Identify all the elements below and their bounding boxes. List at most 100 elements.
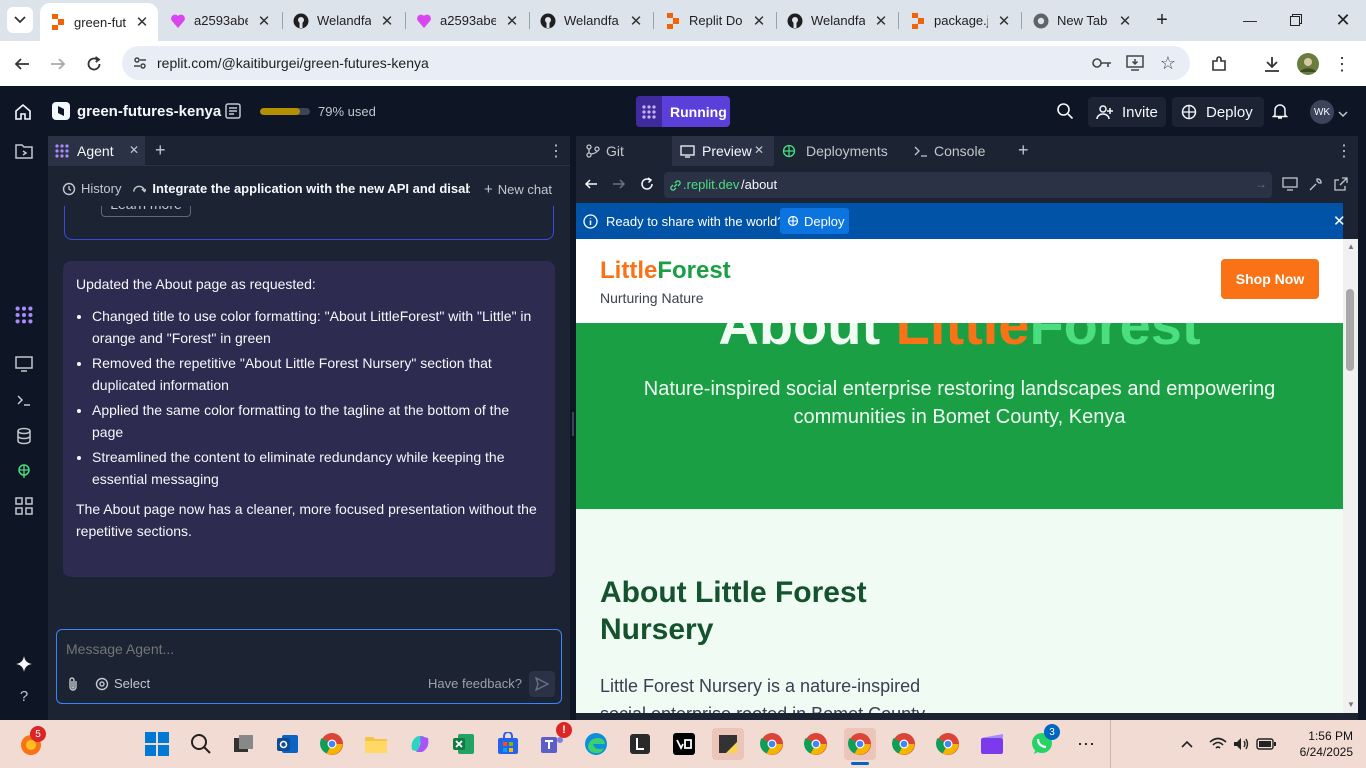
help-icon[interactable]: ?	[12, 684, 36, 708]
preview-forward-icon[interactable]	[612, 177, 628, 193]
minimize-button[interactable]: —	[1238, 8, 1262, 32]
browser-tab-5[interactable]: Welandfa ✕	[530, 4, 652, 37]
browser-tab-7[interactable]: Welandfa ✕	[777, 4, 897, 37]
sparkle-icon[interactable]	[12, 652, 36, 676]
browser-tab-green-futures[interactable]: green-futures-kenya ✕	[40, 3, 158, 41]
password-key-icon[interactable]	[1092, 53, 1112, 73]
close-tab-icon[interactable]: ✕	[134, 14, 150, 31]
store-app[interactable]	[492, 728, 524, 760]
banner-deploy-button[interactable]: Deploy	[780, 208, 849, 234]
close-tab-icon[interactable]: ✕	[379, 13, 395, 30]
close-window-button[interactable]: ✕	[1331, 8, 1355, 32]
widgets-button[interactable]: 5	[16, 726, 48, 760]
home-icon[interactable]	[13, 102, 33, 122]
close-tab-icon[interactable]: ✕	[1117, 13, 1133, 30]
scroll-down-arrow[interactable]: ▼	[1347, 700, 1355, 709]
copilot-app[interactable]	[404, 728, 436, 760]
project-name[interactable]: green-futures-kenya	[77, 103, 221, 120]
browser-tab-6[interactable]: Replit Do ✕	[655, 4, 775, 37]
scroll-up-arrow[interactable]: ▲	[1347, 242, 1355, 251]
website-viewport[interactable]: LittleForest Nurturing Nature Shop Now A…	[576, 239, 1343, 713]
close-tab-icon[interactable]: ✕	[873, 13, 889, 30]
search-icon[interactable]	[1056, 102, 1074, 120]
usage-meter[interactable]	[260, 108, 310, 115]
tab-search-button[interactable]	[7, 7, 33, 33]
close-tab-icon[interactable]: ✕	[751, 13, 767, 30]
browser-tab-3[interactable]: Welandfa ✕	[283, 4, 403, 37]
scrollbar-thumb[interactable]	[1346, 289, 1354, 371]
site-logo[interactable]: LittleForest	[600, 257, 731, 285]
chat-scroll-area[interactable]: Learn more Updated the About page as req…	[48, 206, 570, 626]
close-tab-icon[interactable]: ✕	[996, 13, 1012, 30]
preview-back-icon[interactable]	[584, 177, 600, 193]
v0-app[interactable]	[668, 728, 700, 760]
shell-rail-icon[interactable]	[12, 388, 36, 412]
preview-scrollbar[interactable]: ▲ ▼	[1343, 239, 1358, 713]
chrome-profile-1[interactable]	[756, 728, 788, 760]
preview-rail-icon[interactable]	[12, 352, 36, 376]
open-new-window-icon[interactable]	[1334, 177, 1350, 193]
start-button[interactable]	[141, 728, 173, 760]
user-avatar[interactable]: WK	[1310, 100, 1334, 124]
tab-console[interactable]: Console	[908, 136, 1004, 166]
database-rail-icon[interactable]	[12, 424, 36, 448]
send-button[interactable]	[529, 671, 555, 697]
pane-menu-icon[interactable]: ⋮	[548, 141, 564, 161]
back-button[interactable]	[9, 51, 35, 77]
agent-rail-icon[interactable]	[12, 303, 36, 327]
browser-tab-4[interactable]: a2593abe ✕	[406, 4, 528, 37]
tab-preview[interactable]: Preview ✕	[672, 136, 774, 166]
preview-url-field[interactable]: .replit.dev /about →	[664, 172, 1272, 198]
learn-more-button[interactable]: Learn more	[101, 206, 191, 217]
device-size-icon[interactable]	[1282, 177, 1298, 193]
browser-menu-button[interactable]: ⋮	[1329, 51, 1355, 77]
new-tab-button[interactable]: +	[1150, 8, 1174, 32]
all-tools-icon[interactable]	[12, 494, 36, 518]
shop-now-button[interactable]: Shop Now	[1221, 259, 1319, 299]
close-tab-icon[interactable]: ✕	[754, 143, 764, 157]
deploy-button[interactable]: Deploy	[1172, 97, 1264, 127]
pane-menu-icon[interactable]: ⋮	[1336, 141, 1352, 161]
profile-avatar[interactable]	[1295, 51, 1321, 77]
restore-button[interactable]	[1284, 8, 1308, 32]
task-view-button[interactable]	[228, 728, 260, 760]
add-tab-icon[interactable]: +	[155, 140, 166, 161]
go-arrow-icon[interactable]: →	[1255, 177, 1267, 191]
chevron-down-icon[interactable]	[1338, 106, 1348, 118]
close-tab-icon[interactable]: ✕	[628, 13, 644, 30]
paperclip-icon[interactable]	[66, 676, 82, 692]
bell-icon[interactable]	[1271, 102, 1289, 120]
run-status-button[interactable]: Running	[636, 96, 730, 127]
site-info-icon[interactable]	[130, 53, 150, 73]
battery-icon[interactable]	[1250, 728, 1282, 760]
history-button[interactable]: History	[62, 181, 121, 196]
browser-tab-9[interactable]: New Tab ✕	[1023, 4, 1141, 37]
project-info-icon[interactable]	[225, 103, 241, 119]
close-banner-icon[interactable]: ✕	[1333, 212, 1346, 230]
close-tab-icon[interactable]: ✕	[504, 13, 520, 30]
files-toggle-icon[interactable]	[12, 139, 36, 163]
chrome-profile-3[interactable]	[888, 728, 920, 760]
forward-button[interactable]	[45, 51, 71, 77]
add-tab-icon[interactable]: +	[1018, 140, 1029, 161]
system-clock[interactable]: 1:56 PM 6/24/2025	[1293, 728, 1353, 760]
browser-tab-8[interactable]: package.js ✕	[900, 4, 1020, 37]
chrome-app[interactable]	[316, 728, 348, 760]
taskbar-app-l[interactable]	[624, 728, 656, 760]
browser-tab-2[interactable]: a2593abe ✕	[160, 4, 280, 37]
extensions-button[interactable]	[1206, 51, 1232, 77]
reload-button[interactable]	[81, 51, 107, 77]
chrome-profile-active[interactable]	[844, 728, 876, 765]
downloads-button[interactable]	[1259, 51, 1285, 77]
deployments-rail-icon[interactable]	[12, 459, 36, 483]
agent-tab[interactable]: Agent ✕	[48, 136, 145, 166]
invite-button[interactable]: Invite	[1088, 97, 1166, 127]
taskbar-search-button[interactable]	[185, 728, 217, 760]
preview-reload-icon[interactable]	[640, 177, 656, 193]
excel-app[interactable]	[448, 728, 480, 760]
tab-deployments[interactable]: Deployments	[776, 136, 904, 166]
install-app-icon[interactable]	[1125, 53, 1145, 73]
tab-git[interactable]: Git	[576, 136, 672, 166]
show-hidden-icons[interactable]	[1171, 728, 1203, 760]
outlook-app[interactable]	[272, 728, 304, 760]
